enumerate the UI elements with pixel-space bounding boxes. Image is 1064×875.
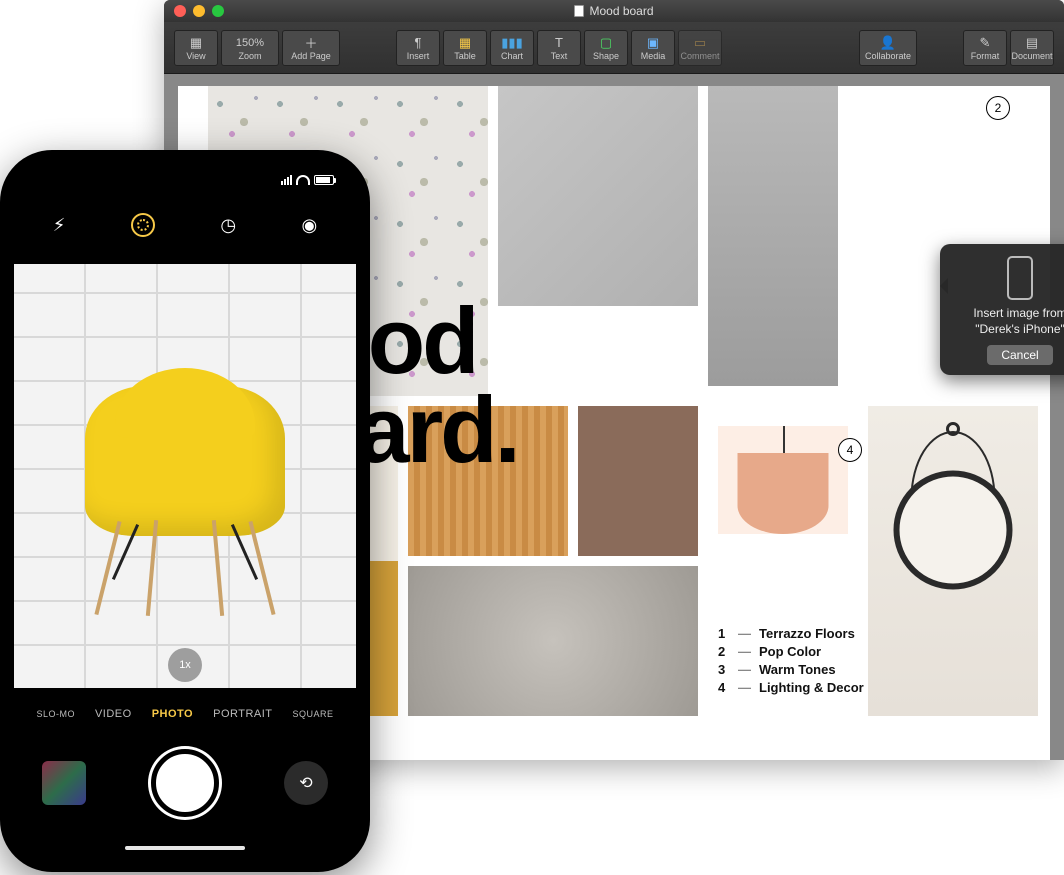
view-label: View xyxy=(186,51,205,61)
zoom-button[interactable]: 150% Zoom xyxy=(221,30,279,66)
comment-icon: ▭ xyxy=(694,35,706,51)
image-fur[interactable] xyxy=(408,566,698,716)
camera-top-controls: ⚡︎ ◷ ◉ xyxy=(14,204,356,246)
callout-2: 2 xyxy=(986,96,1010,120)
cancel-button[interactable]: Cancel xyxy=(987,345,1052,365)
camera-bottom-controls: ⟲ xyxy=(14,738,356,828)
phone-outline-icon xyxy=(1007,256,1033,300)
zoom-level-text: 1x xyxy=(179,659,191,671)
image-mirror[interactable] xyxy=(868,406,1038,716)
view-icon: ▦ xyxy=(190,35,202,51)
filters-icon[interactable]: ◉ xyxy=(302,215,318,236)
chair-seat xyxy=(85,386,285,536)
chart-icon: ▮▮▮ xyxy=(501,35,522,51)
legend-row: 4—Lighting & Decor xyxy=(718,680,864,695)
wifi-icon xyxy=(296,175,310,185)
popover-text: Insert image from "Derek's iPhone" xyxy=(950,306,1064,337)
image-concrete-2[interactable] xyxy=(708,86,838,386)
iphone-device: ⚡︎ ◷ ◉ 1x SLO-MO VIDEO PHOTO PORTRAIT SQ… xyxy=(0,150,370,872)
window-title-text: Mood board xyxy=(589,4,653,18)
chart-button[interactable]: ▮▮▮ Chart xyxy=(490,30,534,66)
view-button[interactable]: ▦ View xyxy=(174,30,218,66)
callout-4: 4 xyxy=(838,438,862,462)
zoom-label: Zoom xyxy=(238,51,261,61)
plus-icon: ＋ xyxy=(304,35,317,51)
document-label: Document xyxy=(1011,51,1052,61)
image-lamp[interactable] xyxy=(718,426,848,606)
mode-square[interactable]: SQUARE xyxy=(293,709,334,719)
shape-label: Shape xyxy=(593,51,619,61)
format-button[interactable]: ✎ Format xyxy=(963,30,1007,66)
text-button[interactable]: T Text xyxy=(537,30,581,66)
status-right xyxy=(281,170,334,190)
mode-slomo[interactable]: SLO-MO xyxy=(36,709,75,719)
shutter-button[interactable] xyxy=(151,749,219,817)
document-button[interactable]: ▤ Document xyxy=(1010,30,1054,66)
legend-row: 2—Pop Color xyxy=(718,644,864,659)
toolbar: ▦ View 150% Zoom ＋ Add Page ¶ Insert ▦ T… xyxy=(164,22,1064,74)
table-icon: ▦ xyxy=(459,35,471,51)
cellular-icon xyxy=(281,175,292,185)
media-label: Media xyxy=(641,51,666,61)
mode-video[interactable]: VIDEO xyxy=(95,708,132,720)
iphone-screen: ⚡︎ ◷ ◉ 1x SLO-MO VIDEO PHOTO PORTRAIT SQ… xyxy=(14,164,356,858)
legend-row: 3—Warm Tones xyxy=(718,662,864,677)
zoom-value: 150% xyxy=(236,35,264,51)
mirror-circle xyxy=(894,471,1013,590)
insert-button[interactable]: ¶ Insert xyxy=(396,30,440,66)
home-indicator[interactable] xyxy=(125,846,245,850)
live-photo-icon[interactable] xyxy=(131,213,155,237)
camera-viewfinder[interactable] xyxy=(14,264,356,688)
mode-portrait[interactable]: PORTRAIT xyxy=(213,708,272,720)
last-photo-thumbnail[interactable] xyxy=(42,761,86,805)
media-icon: ▣ xyxy=(647,35,659,51)
image-tone[interactable] xyxy=(578,406,698,556)
notch xyxy=(100,164,270,192)
shape-button[interactable]: ▢ Shape xyxy=(584,30,628,66)
add-page-button[interactable]: ＋ Add Page xyxy=(282,30,340,66)
battery-icon xyxy=(314,175,334,185)
table-label: Table xyxy=(454,51,476,61)
zoom-level[interactable]: 1x xyxy=(168,648,202,682)
add-page-label: Add Page xyxy=(291,51,331,61)
timer-icon[interactable]: ◷ xyxy=(220,215,236,236)
text-icon: T xyxy=(555,35,563,51)
lamp-shade xyxy=(738,453,829,534)
mode-photo[interactable]: PHOTO xyxy=(152,708,193,720)
text-label: Text xyxy=(551,51,568,61)
flash-icon[interactable]: ⚡︎ xyxy=(53,215,66,236)
document-icon xyxy=(574,5,584,17)
format-label: Format xyxy=(971,51,1000,61)
collaborate-icon: 👤 xyxy=(880,35,896,51)
comment-button[interactable]: ▭ Comment xyxy=(678,30,722,66)
shape-icon: ▢ xyxy=(600,35,612,51)
legend: 1—Terrazzo Floors 2—Pop Color 3—Warm Ton… xyxy=(718,626,864,698)
insert-icon: ¶ xyxy=(415,35,422,51)
subject-chair xyxy=(75,356,295,616)
document-panel-icon: ▤ xyxy=(1026,35,1038,51)
chair-legs xyxy=(100,516,270,616)
brush-icon: ✎ xyxy=(980,35,991,51)
titlebar: Mood board xyxy=(164,0,1064,22)
flip-camera-icon: ⟲ xyxy=(299,773,312,793)
camera-mode-row: SLO-MO VIDEO PHOTO PORTRAIT SQUARE xyxy=(14,700,356,728)
collaborate-label: Collaborate xyxy=(865,51,911,61)
table-button[interactable]: ▦ Table xyxy=(443,30,487,66)
image-concrete[interactable] xyxy=(498,86,698,306)
insert-label: Insert xyxy=(407,51,430,61)
window-title: Mood board xyxy=(164,4,1064,18)
chart-label: Chart xyxy=(501,51,523,61)
media-button[interactable]: ▣ Media xyxy=(631,30,675,66)
flip-camera-button[interactable]: ⟲ xyxy=(284,761,328,805)
continuity-popover: Insert image from "Derek's iPhone" Cance… xyxy=(940,244,1064,375)
comment-label: Comment xyxy=(680,51,719,61)
collaborate-button[interactable]: 👤 Collaborate xyxy=(859,30,917,66)
legend-row: 1—Terrazzo Floors xyxy=(718,626,864,641)
